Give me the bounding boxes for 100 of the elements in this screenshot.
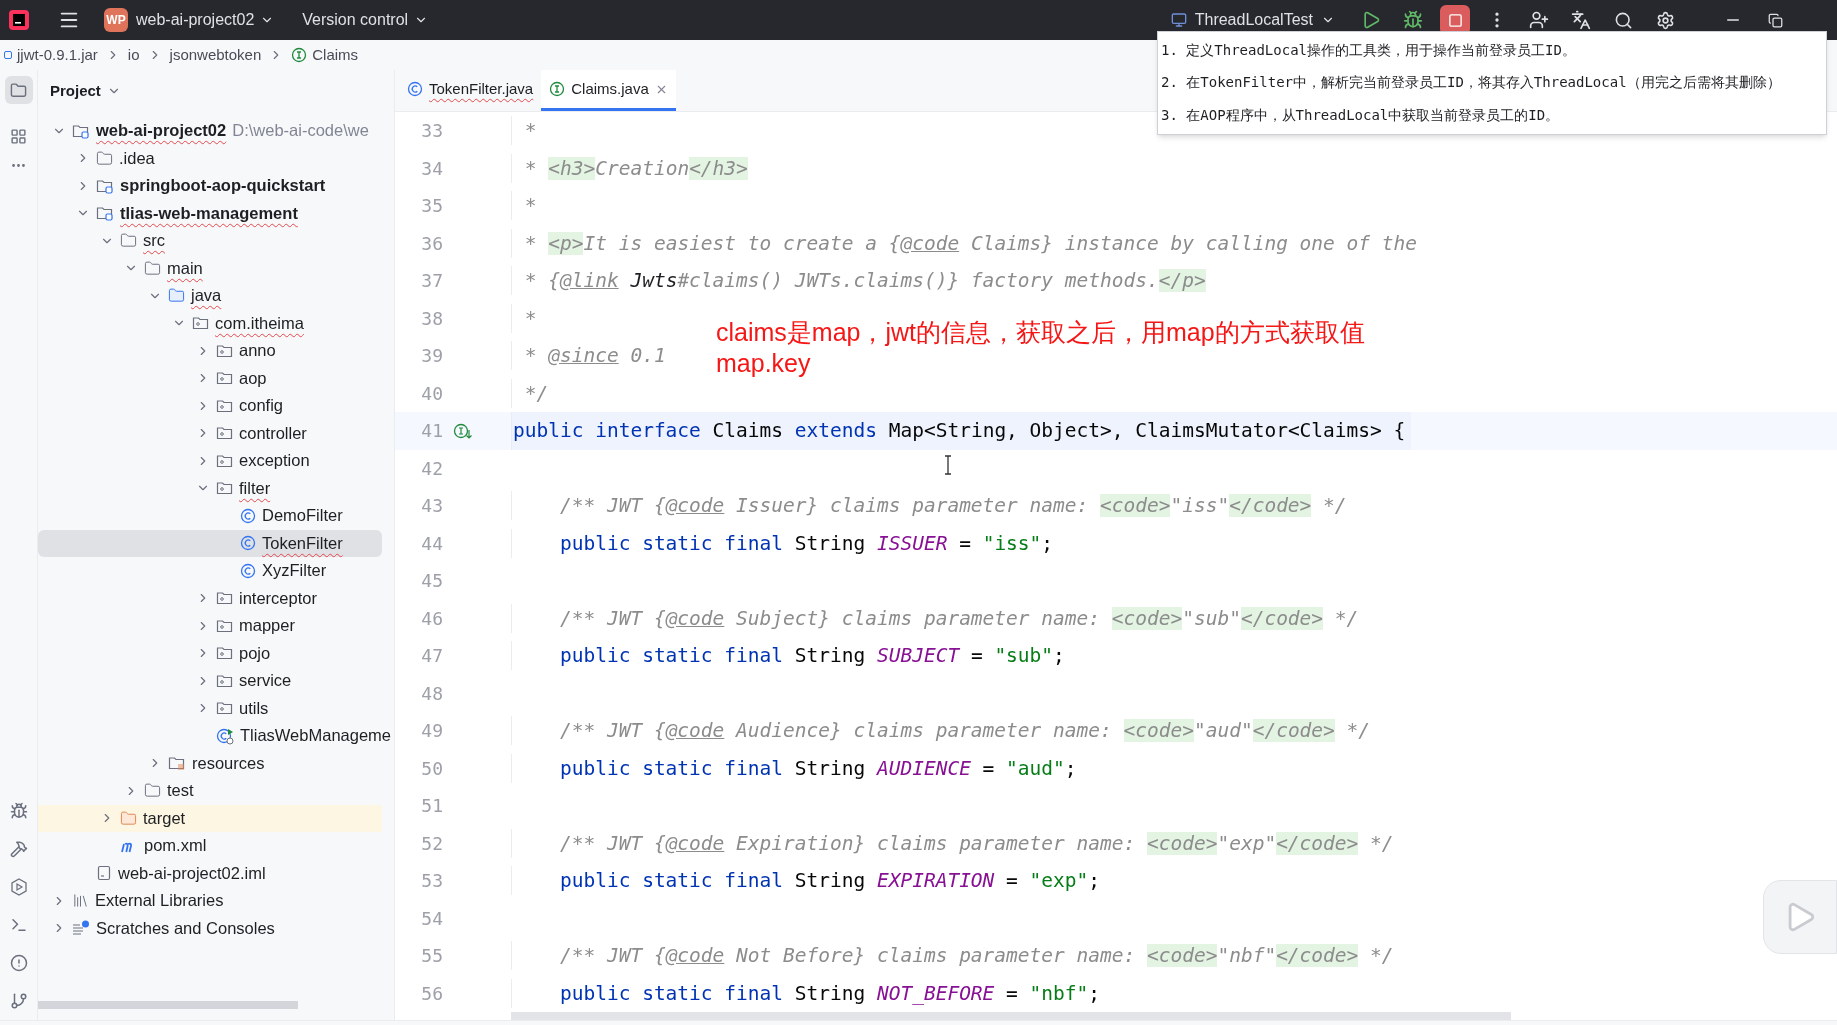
tree-item[interactable]: com.itheima <box>38 309 382 337</box>
search-icon[interactable] <box>1613 10 1633 30</box>
tree-item[interactable]: resources <box>38 749 382 777</box>
tree-item-label: XyzFilter <box>262 560 327 582</box>
tree-item[interactable]: Scratches and Consoles <box>38 914 382 942</box>
tree-item-label: test <box>167 780 194 802</box>
line-number: 51 <box>420 794 443 819</box>
tree-item[interactable]: XyzFilter <box>38 557 382 585</box>
tree-item[interactable]: web-ai-project02 D:\web-ai-code\we <box>38 117 382 145</box>
tree-item-label: mapper <box>239 615 295 637</box>
tree-item[interactable]: pojo <box>38 639 382 667</box>
problems-icon[interactable] <box>9 954 28 972</box>
app-logo-icon[interactable] <box>8 9 30 31</box>
tree-item[interactable]: DemoFilter <box>38 502 382 530</box>
run-icon[interactable] <box>1361 10 1381 30</box>
project-tool-button[interactable] <box>4 76 33 104</box>
editor-tab[interactable]: TokenFilter.java <box>399 70 542 111</box>
code-line: * <p>It is easiest to create a {@code Claims} instance by calling one of the <box>511 228 1418 258</box>
tree-item[interactable]: main <box>38 254 382 282</box>
class-icon <box>407 81 423 97</box>
project-badge: WP <box>104 8 128 32</box>
tree-item[interactable]: target <box>38 804 382 832</box>
build-icon[interactable] <box>9 840 28 858</box>
settings-icon[interactable] <box>1655 10 1675 30</box>
tree-item[interactable]: TokenFilter <box>38 529 382 557</box>
restore-icon[interactable] <box>1767 12 1783 28</box>
tree-item[interactable]: springboot-aop-quickstart <box>38 172 382 200</box>
line-number: 53 <box>420 869 443 894</box>
translate-icon[interactable] <box>1571 10 1591 30</box>
tree-item[interactable]: pom.xml <box>38 832 382 860</box>
folder-icon[interactable] <box>10 81 27 99</box>
line-number: 42 <box>420 456 443 481</box>
add-user-icon[interactable] <box>1529 10 1549 30</box>
line-number: 49 <box>420 719 443 744</box>
breadcrumb[interactable]: Claims <box>291 43 359 67</box>
services-icon[interactable] <box>9 878 28 896</box>
git-icon[interactable] <box>9 992 28 1010</box>
debug-icon[interactable] <box>1403 10 1423 30</box>
code-line: public static final String ISSUER = "iss"; <box>511 528 1054 558</box>
line-number: 45 <box>420 569 443 594</box>
tree-item[interactable]: interceptor <box>38 584 382 612</box>
tree-item-label: filter <box>239 477 271 499</box>
package-icon <box>216 645 233 662</box>
package-icon <box>216 617 233 634</box>
tree-item-label: Scratches and Consoles <box>96 917 275 939</box>
package-icon <box>216 452 233 469</box>
tree-item[interactable]: .idea <box>38 144 382 172</box>
app-class-icon <box>216 726 234 745</box>
tree-item[interactable]: controller <box>38 419 382 447</box>
line-number: 36 <box>420 231 443 256</box>
tree-item[interactable]: filter <box>38 474 382 502</box>
tree-item[interactable]: anno <box>38 337 382 365</box>
implemented-marker-icon[interactable] <box>453 421 473 440</box>
tree-item-label: External Libraries <box>95 890 224 912</box>
tree-item[interactable]: exception <box>38 447 382 475</box>
line-number: 40 <box>420 381 443 406</box>
vcs-menu[interactable]: Version control <box>302 8 429 32</box>
tree-item[interactable]: test <box>38 777 382 805</box>
folder-icon <box>120 232 137 250</box>
tree-item-label: main <box>167 257 203 279</box>
tree-item-label: springboot-aop-quickstart <box>120 175 326 197</box>
scrollbar[interactable] <box>38 1001 298 1009</box>
tree-item-label: .idea <box>119 147 155 169</box>
line-number: 38 <box>420 306 443 331</box>
editor-tab[interactable]: Claims.java <box>541 70 676 111</box>
tree-item[interactable]: src <box>38 227 382 255</box>
terminal-icon[interactable] <box>9 916 28 934</box>
line-number: 55 <box>420 944 443 969</box>
tree-item-label: TliasWebManageme <box>240 725 391 747</box>
structure-icon[interactable] <box>10 128 27 145</box>
line-number: 39 <box>420 344 443 369</box>
stop-icon[interactable] <box>1447 12 1463 28</box>
code-line: /** JWT {@code Expiration} claims parameter name: <code>"exp"</code> */ <box>511 828 1394 858</box>
breadcrumb[interactable]: jsonwebtoken <box>169 43 262 67</box>
debug-tool-icon[interactable] <box>9 802 28 820</box>
scrollbar[interactable] <box>511 1012 1511 1020</box>
tree-item[interactable]: utils <box>38 694 382 722</box>
folder-icon <box>144 259 161 277</box>
annotation-text: claims是map，jwt的信息，获取之后，用map的方式获取值 <box>716 317 1365 348</box>
line-number: 47 <box>420 644 443 669</box>
package-icon <box>216 342 233 359</box>
tree-item[interactable]: java <box>38 282 382 310</box>
panel-title[interactable]: Project <box>50 79 121 103</box>
monitor-icon[interactable] <box>1170 12 1187 28</box>
project-switcher[interactable]: web-ai-project02 <box>136 8 275 32</box>
resources-folder-icon <box>168 755 186 772</box>
run-config-selector[interactable]: ThreadLocalTest <box>1170 8 1335 32</box>
tree-item-label: DemoFilter <box>262 505 343 527</box>
tree-item[interactable]: External Libraries <box>38 887 382 915</box>
code-line: /** JWT {@code Audience} claims parameter name: <code>"aud"</code> */ <box>511 716 1371 746</box>
tree-item[interactable]: tlias-web-management <box>38 199 382 227</box>
tree-item[interactable]: config <box>38 392 382 420</box>
tree-item[interactable]: mapper <box>38 612 382 640</box>
tree-item[interactable]: aop <box>38 364 382 392</box>
tree-item[interactable]: service <box>38 667 382 695</box>
breadcrumb[interactable]: io <box>127 43 140 67</box>
tree-item[interactable]: web-ai-project02.iml <box>38 859 382 887</box>
code-line: /** JWT {@code Subject} claims parameter name: <code>"sub"</code> */ <box>511 603 1359 633</box>
code-line: * {@link Jwts#claims() JWTs.claims()} factory methods.</p> <box>511 266 1206 296</box>
breadcrumb[interactable]: jjwt-0.9.1.jar <box>4 43 98 67</box>
